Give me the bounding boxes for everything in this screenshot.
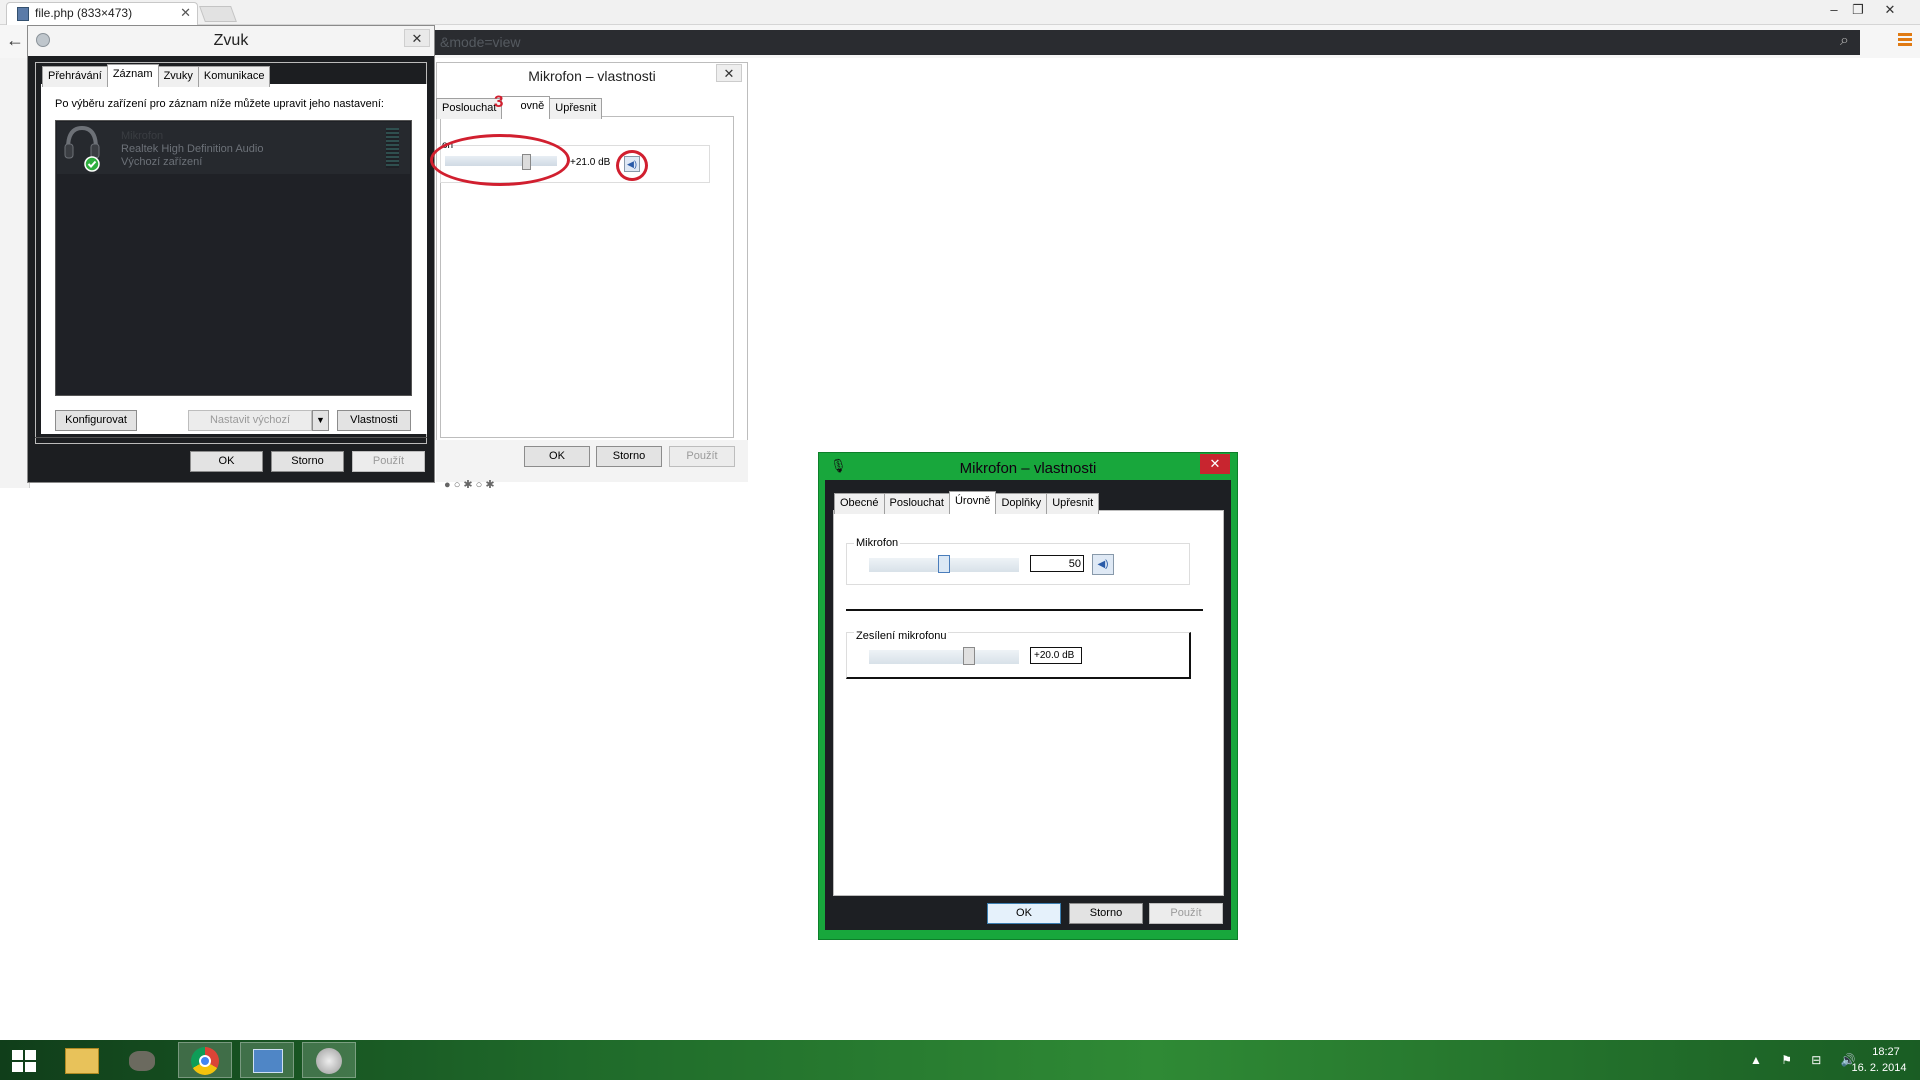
tab-zvuky[interactable]: Zvuky bbox=[157, 66, 199, 87]
close-tab-icon[interactable]: ✕ bbox=[180, 5, 191, 21]
speaker-icon bbox=[316, 1048, 342, 1074]
browser-tab-bar bbox=[0, 0, 1920, 25]
mic-slider-thumb[interactable] bbox=[938, 555, 950, 573]
chevron-down-icon: ▼ bbox=[316, 415, 325, 425]
taskbar-control-panel[interactable] bbox=[240, 1042, 294, 1078]
maximize-button[interactable]: ❐ bbox=[1848, 2, 1868, 20]
tab-komunikace[interactable]: Komunikace bbox=[197, 66, 271, 87]
chrome-icon bbox=[191, 1047, 219, 1075]
cancel-button[interactable]: Storno bbox=[1069, 903, 1143, 924]
mic-level-input[interactable] bbox=[1030, 555, 1084, 572]
tab-prehravani[interactable]: Přehrávání bbox=[42, 66, 108, 87]
mic-front-close-button[interactable]: ✕ bbox=[1200, 454, 1230, 474]
mic-back-db-value: +21.0 dB bbox=[570, 157, 611, 168]
address-bar[interactable] bbox=[430, 30, 1860, 55]
menu-icon[interactable] bbox=[1898, 33, 1912, 47]
tab-poslouchat[interactable]: Poslouchat bbox=[436, 98, 503, 119]
address-text: &mode=view bbox=[440, 34, 521, 50]
mic-back-title: Mikrofon – vlastnosti bbox=[528, 68, 656, 84]
taskbar-chrome[interactable] bbox=[178, 1042, 232, 1078]
zvuk-close-button[interactable]: ✕ bbox=[404, 29, 430, 47]
input-level-meter bbox=[386, 128, 399, 168]
tab-urovne[interactable]: ovně bbox=[501, 96, 551, 117]
clock-date[interactable]: 16. 2. 2014 bbox=[1846, 1062, 1912, 1074]
minimize-button[interactable]: – bbox=[1824, 2, 1844, 20]
instruction-text: Po výběru zařízení pro záznam níže můžet… bbox=[55, 98, 384, 110]
background-icons: ● ○ ✱ ○ ✱ bbox=[444, 479, 495, 491]
ok-button[interactable]: OK bbox=[190, 451, 263, 472]
mic-back-cancel-button[interactable]: Storno bbox=[596, 446, 662, 467]
annotation-number: 3 bbox=[494, 92, 504, 111]
device-status: Výchozí zařízení bbox=[121, 156, 203, 168]
device-name: Mikrofon bbox=[121, 130, 164, 142]
windows-start-icon[interactable] bbox=[12, 1050, 36, 1072]
tab-upresnit[interactable]: Upřesnit bbox=[549, 98, 603, 119]
headset-microphone-icon bbox=[62, 124, 102, 172]
document-icon bbox=[17, 7, 29, 21]
mic-boost-slider[interactable] bbox=[869, 650, 1019, 664]
mic-back-apply-button[interactable]: Použít bbox=[669, 446, 735, 467]
tab-poslouchat[interactable]: Poslouchat bbox=[883, 493, 950, 514]
divider bbox=[846, 609, 1203, 611]
mic-boost-label: Zesílení mikrofonu bbox=[854, 630, 949, 642]
mic-boost-value: +20.0 dB bbox=[1030, 647, 1082, 664]
taskbar-sound[interactable] bbox=[302, 1042, 356, 1078]
control-panel-icon bbox=[253, 1049, 283, 1073]
speaker-icon[interactable]: ◀) bbox=[1092, 554, 1114, 575]
back-arrow-icon[interactable]: ← bbox=[6, 30, 24, 51]
tab-doplnky[interactable]: Doplňky bbox=[995, 493, 1048, 514]
clock-time[interactable]: 18:27 bbox=[1860, 1046, 1912, 1058]
folder-icon bbox=[65, 1048, 99, 1074]
tab-obecne[interactable]: Obecné bbox=[834, 493, 885, 514]
taskbar-app-gimp[interactable] bbox=[116, 1042, 170, 1078]
search-icon[interactable]: ⌕ bbox=[1840, 32, 1849, 50]
tab-zaznam[interactable]: Záznam bbox=[106, 64, 159, 85]
tab-urovne[interactable]: Úrovně bbox=[948, 491, 997, 512]
set-default-dropdown[interactable]: ▼ bbox=[312, 410, 329, 431]
close-window-button[interactable]: ✕ bbox=[1880, 2, 1900, 20]
new-tab-button[interactable] bbox=[199, 6, 237, 22]
cancel-button[interactable]: Storno bbox=[271, 451, 344, 472]
annotation-circle bbox=[616, 150, 648, 181]
device-driver: Realtek High Definition Audio bbox=[121, 143, 264, 155]
mic-group-label: Mikrofon bbox=[854, 537, 901, 549]
mic-front-title: Mikrofon – vlastnosti bbox=[959, 460, 1097, 477]
mic-back-ok-button[interactable]: OK bbox=[524, 446, 590, 467]
mic-boost-thumb[interactable] bbox=[963, 647, 975, 665]
apply-button[interactable]: Použít bbox=[1149, 903, 1223, 924]
divider bbox=[35, 437, 427, 438]
properties-button[interactable]: Vlastnosti bbox=[337, 410, 411, 431]
browser-tab-title: file.php (833×473) bbox=[35, 6, 133, 20]
zvuk-title: Zvuk bbox=[213, 32, 249, 49]
gimp-icon bbox=[129, 1051, 155, 1071]
tab-upresnit[interactable]: Upřesnit bbox=[1046, 493, 1100, 514]
configure-button[interactable]: Konfigurovat bbox=[55, 410, 137, 431]
taskbar-explorer[interactable] bbox=[56, 1042, 110, 1078]
mic-back-close-button[interactable]: ✕ bbox=[716, 64, 742, 82]
browser-tab[interactable]: file.php (833×473) ✕ bbox=[6, 2, 198, 25]
set-default-button[interactable]: Nastavit výchozí bbox=[188, 410, 312, 431]
ok-button[interactable]: OK bbox=[987, 903, 1061, 924]
annotation-oval bbox=[430, 134, 570, 186]
apply-button[interactable]: Použít bbox=[352, 451, 425, 472]
page-side-strip bbox=[0, 58, 30, 488]
